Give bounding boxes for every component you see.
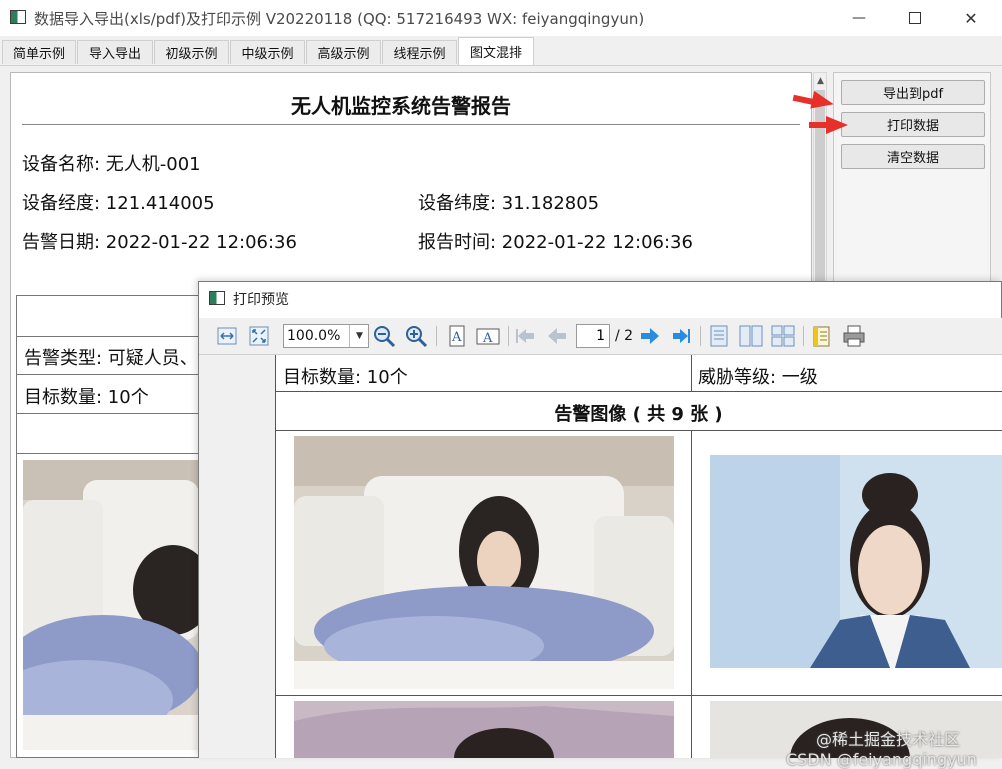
report-time: 报告时间: 2022-01-22 12:06:36	[418, 232, 693, 253]
first-page-button[interactable]	[513, 324, 537, 348]
device-latitude: 设备纬度: 31.182805	[418, 193, 600, 214]
scroll-up-icon[interactable]: ▲	[817, 76, 824, 86]
page-number-input[interactable]: 1	[576, 324, 610, 348]
alarm-type: 告警类型: 可疑人员、di	[24, 348, 196, 369]
table-row-divider	[275, 391, 1002, 392]
scroll-thumb[interactable]	[815, 90, 825, 290]
tab-advanced[interactable]: 高级示例	[306, 40, 381, 64]
zoom-out-icon	[374, 326, 396, 348]
next-page-button[interactable]	[638, 324, 662, 348]
app-icon	[10, 10, 26, 24]
maximize-button[interactable]	[888, 0, 942, 36]
previous-page-button[interactable]	[545, 324, 569, 348]
fit-width-icon	[217, 327, 237, 345]
tab-basic[interactable]: 初级示例	[154, 40, 229, 64]
page-total: / 2	[615, 328, 634, 344]
alarm-photo-3	[294, 701, 674, 758]
window-title: 数据导入导出(xls/pdf)及打印示例 V20220118 (QQ: 5172…	[34, 10, 645, 28]
portrait-icon: A	[449, 325, 465, 347]
print-data-button[interactable]: 打印数据	[841, 112, 985, 137]
facing-pages-icon	[739, 325, 763, 347]
minimize-icon: —	[852, 10, 866, 26]
facing-pages-button[interactable]	[739, 324, 763, 348]
export-pdf-button[interactable]: 导出到pdf	[841, 80, 985, 105]
preview-title: 打印预览	[233, 292, 289, 308]
first-page-icon	[516, 329, 534, 343]
all-pages-button[interactable]	[771, 324, 795, 348]
preview-app-icon	[209, 291, 225, 305]
tab-thread[interactable]: 线程示例	[382, 40, 457, 64]
tab-intermediate[interactable]: 中级示例	[230, 40, 305, 64]
target-count: 目标数量: 10个	[24, 387, 149, 408]
close-icon: ✕	[964, 8, 978, 28]
table-col-divider	[691, 430, 692, 758]
zoom-value: 100.0%	[287, 328, 341, 344]
preview-threat-level: 威胁等级: 一级	[698, 367, 818, 388]
svg-text:A: A	[451, 330, 462, 345]
minimize-button[interactable]: —	[832, 0, 886, 36]
single-page-icon	[710, 325, 728, 347]
close-button[interactable]: ✕	[944, 0, 998, 36]
single-page-button[interactable]	[707, 324, 731, 348]
toolbar-separator	[803, 326, 804, 346]
alarm-photo-1	[294, 436, 674, 689]
chevron-down-icon[interactable]: ▼	[349, 325, 369, 347]
watermark-line-2: CSDN @feiyangqingyun	[786, 750, 977, 769]
device-name: 设备名称: 无人机-001	[22, 154, 201, 175]
table-col-divider	[691, 355, 692, 391]
last-page-button[interactable]	[670, 324, 694, 348]
table-row-divider	[275, 430, 1002, 431]
svg-text:A: A	[482, 331, 493, 346]
alarm-photo-2	[710, 455, 1002, 668]
page-setup-button[interactable]	[810, 324, 834, 348]
print-button[interactable]	[842, 324, 866, 348]
alarm-date: 告警日期: 2022-01-22 12:06:36	[22, 232, 297, 253]
preview-image-header: 告警图像 ( 共 9 张 )	[554, 404, 723, 425]
landscape-button[interactable]: A	[476, 324, 500, 348]
arrow-right-icon	[641, 328, 659, 344]
tab-mixed[interactable]: 图文混排	[458, 37, 534, 65]
alarm-photo-1	[23, 460, 199, 750]
last-page-icon	[673, 329, 690, 343]
arrow-left-icon	[548, 328, 566, 344]
landscape-icon: A	[476, 328, 500, 346]
device-longitude: 设备经度: 121.414005	[22, 193, 215, 214]
watermark-line-1: @稀土掘金技术社区	[816, 730, 961, 749]
preview-target-count: 目标数量: 10个	[283, 367, 408, 388]
all-pages-icon	[771, 325, 795, 347]
tab-simple[interactable]: 简单示例	[2, 40, 76, 64]
zoom-in-button[interactable]	[404, 324, 428, 348]
toolbar-separator	[700, 326, 701, 346]
fit-page-icon	[249, 326, 269, 346]
zoom-in-icon	[406, 326, 428, 348]
table-row-divider	[275, 695, 1002, 696]
printer-icon	[843, 325, 865, 347]
page-setup-icon	[813, 326, 830, 347]
annotation-arrow-head	[826, 116, 848, 134]
toolbar-separator	[436, 326, 437, 346]
toolbar-separator	[508, 326, 509, 346]
tab-import-export[interactable]: 导入导出	[77, 40, 153, 64]
report-title: 无人机监控系统告警报告	[291, 94, 511, 118]
maximize-icon	[909, 12, 921, 24]
watermark: @稀土掘金技术社区 CSDN @feiyangqingyun	[786, 726, 977, 769]
title-divider	[22, 124, 800, 125]
fit-page-button[interactable]	[247, 324, 271, 348]
zoom-out-button[interactable]	[372, 324, 396, 348]
fit-width-button[interactable]	[215, 324, 239, 348]
portrait-button[interactable]: A	[445, 324, 469, 348]
clear-data-button[interactable]: 清空数据	[841, 144, 985, 169]
